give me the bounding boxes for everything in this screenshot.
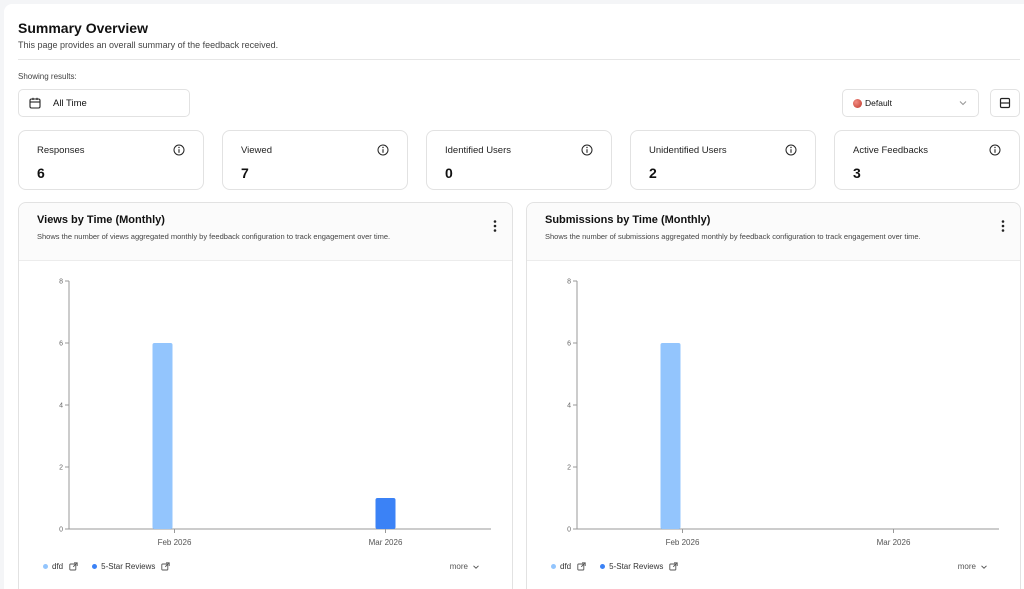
- info-icon[interactable]: [581, 144, 593, 156]
- y-tick-label: 2: [567, 465, 571, 472]
- chart-header: Submissions by Time (Monthly) Shows the …: [527, 203, 1020, 261]
- stat-card-identified-users: Identified Users 0: [426, 130, 612, 190]
- legend-swatch: [43, 564, 48, 569]
- page-title: Summary Overview: [18, 20, 148, 36]
- external-link-icon[interactable]: [69, 562, 78, 571]
- stat-value: 6: [37, 165, 45, 181]
- date-range-button[interactable]: All Time: [18, 89, 190, 117]
- chart-title: Views by Time (Monthly): [37, 214, 165, 226]
- chart-legend: dfd 5-Star Reviews: [551, 562, 692, 571]
- chevron-down-icon: [959, 101, 967, 106]
- page-subtitle: This page provides an overall summary of…: [18, 40, 279, 50]
- y-tick-label: 8: [59, 279, 63, 286]
- legend-more-button[interactable]: more: [958, 562, 988, 571]
- chart-legend: dfd 5-Star Reviews: [43, 562, 184, 571]
- views-bar-chart: 0 2 4 6 8 Feb 2026 Mar 2026: [59, 279, 491, 547]
- stat-value: 0: [445, 165, 453, 181]
- stat-label: Responses: [37, 145, 85, 156]
- header-divider: [18, 59, 1020, 60]
- submissions-bar-chart: 0 2 4 6 8 Feb 2026 Mar 2026: [567, 279, 999, 547]
- legend-more-button[interactable]: more: [450, 562, 480, 571]
- layout-icon: [999, 97, 1011, 109]
- legend-label: dfd: [52, 562, 64, 571]
- info-icon[interactable]: [989, 144, 1001, 156]
- y-tick-label: 6: [59, 341, 63, 348]
- chart-card-submissions: Submissions by Time (Monthly) Shows the …: [526, 202, 1021, 589]
- showing-results-label: Showing results:: [18, 72, 77, 81]
- layout-toggle-button[interactable]: [990, 89, 1020, 117]
- y-tick-label: 4: [567, 403, 571, 410]
- y-tick-label: 0: [59, 527, 63, 534]
- external-link-icon[interactable]: [161, 562, 171, 571]
- legend-item-5-star-reviews[interactable]: 5-Star Reviews: [600, 562, 679, 571]
- stat-label: Identified Users: [445, 145, 512, 156]
- external-link-icon[interactable]: [577, 562, 586, 571]
- bar-dfd: [152, 343, 173, 529]
- info-icon[interactable]: [173, 144, 185, 156]
- more-vertical-icon[interactable]: [1000, 219, 1006, 233]
- stat-label: Viewed: [241, 145, 272, 156]
- x-tick-label: Mar 2026: [369, 538, 403, 547]
- chart-title: Submissions by Time (Monthly): [545, 214, 711, 226]
- default-view-icon: [853, 98, 862, 108]
- legend-label: 5-Star Reviews: [609, 562, 664, 571]
- external-link-icon[interactable]: [669, 562, 679, 571]
- date-range-label: All Time: [53, 97, 87, 109]
- y-tick-label: 8: [567, 279, 571, 286]
- legend-label: dfd: [560, 562, 572, 571]
- y-tick-label: 0: [567, 527, 571, 534]
- legend-item-5-star-reviews[interactable]: 5-Star Reviews: [92, 562, 171, 571]
- info-icon[interactable]: [785, 144, 797, 156]
- stat-label: Unidentified Users: [649, 145, 727, 156]
- x-tick-label: Feb 2026: [158, 538, 192, 547]
- stat-card-responses: Responses 6: [18, 130, 204, 190]
- view-select[interactable]: Default: [842, 89, 979, 117]
- calendar-icon: [29, 97, 41, 109]
- info-icon[interactable]: [377, 144, 389, 156]
- stat-value: 3: [853, 165, 861, 181]
- chevron-down-icon: [981, 564, 987, 569]
- bar-5-star-reviews: [375, 498, 396, 529]
- y-tick-label: 2: [59, 465, 63, 472]
- x-tick-label: Mar 2026: [877, 538, 911, 547]
- x-tick-label: Feb 2026: [666, 538, 700, 547]
- bar-dfd: [660, 343, 681, 529]
- legend-item-dfd[interactable]: dfd: [43, 562, 78, 571]
- view-select-label: Default: [865, 98, 892, 108]
- legend-label: 5-Star Reviews: [101, 562, 156, 571]
- chart-description: Shows the number of submissions aggregat…: [545, 232, 921, 241]
- y-tick-label: 4: [59, 403, 63, 410]
- chevron-down-icon: [473, 564, 479, 569]
- legend-swatch: [600, 564, 606, 569]
- stat-card-viewed: Viewed 7: [222, 130, 408, 190]
- stat-card-unidentified-users: Unidentified Users 2: [630, 130, 816, 190]
- y-tick-label: 6: [567, 341, 571, 348]
- stat-label: Active Feedbacks: [853, 145, 928, 156]
- legend-swatch: [92, 564, 98, 569]
- stat-value: 7: [241, 165, 249, 181]
- more-label: more: [957, 562, 976, 571]
- chart-card-views: Views by Time (Monthly) Shows the number…: [18, 202, 513, 589]
- chart-header: Views by Time (Monthly) Shows the number…: [19, 203, 512, 261]
- more-vertical-icon[interactable]: [492, 219, 498, 233]
- chart-description: Shows the number of views aggregated mon…: [37, 232, 391, 241]
- stat-card-active-feedbacks: Active Feedbacks 3: [834, 130, 1020, 190]
- summary-page: Summary Overview This page provides an o…: [4, 4, 1024, 589]
- stat-value: 2: [649, 165, 657, 181]
- legend-swatch: [551, 564, 556, 569]
- more-label: more: [449, 562, 468, 571]
- legend-item-dfd[interactable]: dfd: [551, 562, 586, 571]
